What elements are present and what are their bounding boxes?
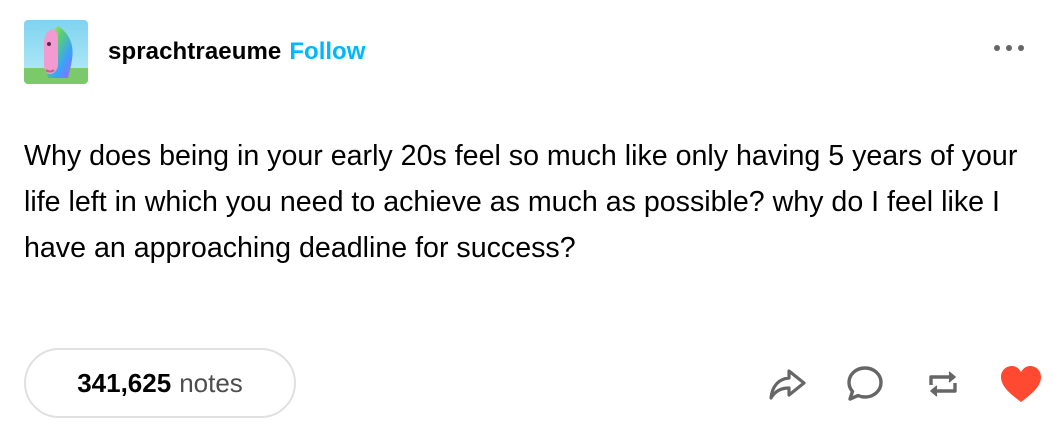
reply-icon[interactable] bbox=[841, 360, 889, 408]
follow-button[interactable]: Follow bbox=[289, 38, 365, 66]
blog-avatar[interactable] bbox=[24, 20, 88, 84]
notes-button[interactable]: 341,625 notes bbox=[24, 348, 296, 418]
more-options-icon[interactable] bbox=[989, 36, 1029, 60]
post-card: sprachtraeume Follow Why does being in y… bbox=[0, 0, 1063, 442]
notes-count: 341,625 bbox=[77, 367, 172, 398]
post-text: Why does being in your early 20s feel so… bbox=[24, 140, 1018, 264]
blog-name[interactable]: sprachtraeume bbox=[108, 38, 281, 66]
heart-icon[interactable] bbox=[997, 360, 1045, 408]
post-header: sprachtraeume Follow bbox=[24, 20, 365, 84]
notes-label: notes bbox=[179, 367, 243, 398]
reblog-icon[interactable] bbox=[919, 360, 967, 408]
post-actions bbox=[763, 360, 1045, 408]
share-icon[interactable] bbox=[763, 360, 811, 408]
